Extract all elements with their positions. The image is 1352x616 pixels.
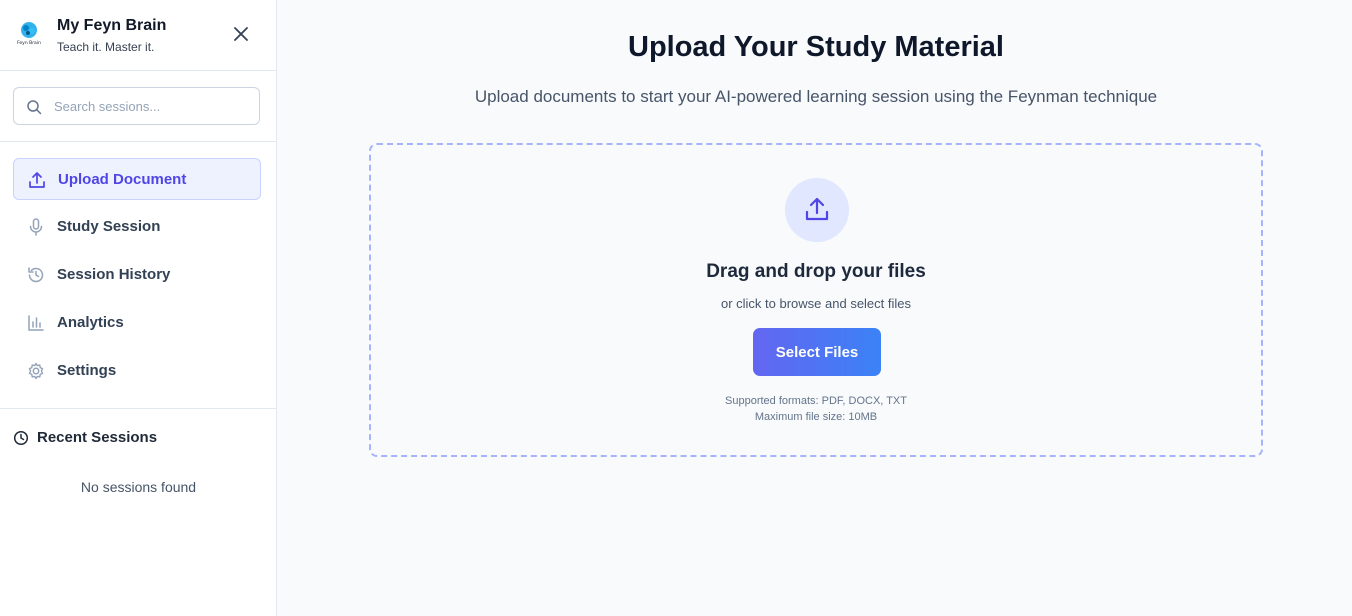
file-dropzone[interactable]: Drag and drop your files or click to bro… [369,143,1263,457]
max-file-size-text: Maximum file size: 10MB [754,411,878,423]
search-box[interactable] [13,87,260,125]
sidebar-item-label: Upload Document [58,171,187,188]
sidebar-item-label: Analytics [57,314,124,331]
app-name: My Feyn Brain [57,17,167,34]
sidebar-divider [0,408,277,409]
upload-icon [805,197,829,221]
app-tagline: Teach it. Master it. [57,40,155,54]
bar-chart-icon [28,315,44,331]
search-icon [27,100,42,115]
upload-icon [29,172,45,188]
supported-formats-text: Supported formats: PDF, DOCX, TXT [725,395,907,407]
select-files-button[interactable]: Select Files [753,328,881,376]
microphone-icon [29,218,43,236]
logo-lettering: Feyn Brain [17,40,41,46]
sidebar-item-session-history[interactable]: Session History [13,254,261,296]
dropzone-subtitle: or click to browse and select files [720,296,912,311]
sidebar-item-label: Study Session [57,218,161,235]
upload-badge [785,178,849,242]
history-icon [28,267,44,283]
sidebar-item-label: Settings [57,362,117,379]
brand-header: Feyn Brain My Feyn Brain Teach it. Maste… [0,0,276,71]
close-icon[interactable] [232,25,250,43]
sidebar-item-upload-document[interactable]: Upload Document [13,158,261,200]
brain-logo-icon: Feyn Brain [17,22,41,46]
page-subtitle: Upload documents to start your AI-powere… [474,87,1158,106]
page-title: Upload Your Study Material [628,31,1004,63]
sidebar: Feyn Brain My Feyn Brain Teach it. Maste… [0,0,277,616]
search-section [0,71,276,142]
gear-icon [28,362,44,380]
main-content: Upload Your Study Material Upload docume… [278,0,1352,616]
dropzone-title: Drag and drop your files [706,261,926,282]
empty-sessions-message: No sessions found [80,479,197,495]
sidebar-nav: Upload Document Study Session Session Hi… [0,158,277,398]
sidebar-item-label: Session History [57,266,171,283]
recent-sessions-title: Recent Sessions [37,429,158,446]
sidebar-item-analytics[interactable]: Analytics [13,302,261,344]
sidebar-item-settings[interactable]: Settings [13,350,261,392]
search-input[interactable] [54,96,249,116]
sidebar-item-study-session[interactable]: Study Session [13,206,261,248]
clock-icon [13,430,29,446]
